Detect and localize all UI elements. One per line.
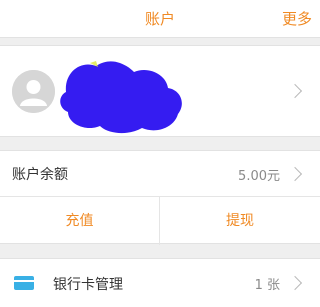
- recharge-button[interactable]: 充值: [0, 197, 160, 245]
- withdraw-button[interactable]: 提现: [160, 197, 320, 245]
- bank-card-row[interactable]: 银行卡管理 1 张: [0, 258, 320, 307]
- balance-actions: 充值 提现: [0, 197, 320, 245]
- balance-row[interactable]: 账户余额 5.00元: [0, 151, 320, 197]
- balance-card: 账户余额 5.00元 充值 提现: [0, 150, 320, 245]
- account-page: 账户 更多 账户余额 5.00元 充值 提现 银行卡管理 1 张: [0, 0, 320, 307]
- balance-label: 账户余额: [12, 167, 68, 183]
- bank-card-count: 1 张: [254, 278, 280, 293]
- chevron-right-icon: [287, 275, 303, 291]
- profile-row[interactable]: [0, 45, 320, 137]
- redacted-username: [60, 61, 182, 134]
- chevron-right-icon: [287, 166, 303, 182]
- bank-card-icon: [14, 276, 34, 290]
- more-button[interactable]: 更多: [282, 8, 312, 29]
- page-title: 账户: [144, 10, 175, 28]
- user-avatar-icon: [12, 70, 55, 113]
- chevron-right-icon: [287, 83, 303, 99]
- header-bar: 账户 更多: [0, 0, 320, 38]
- bank-card-label: 银行卡管理: [53, 277, 123, 293]
- balance-value: 5.00元: [238, 169, 280, 184]
